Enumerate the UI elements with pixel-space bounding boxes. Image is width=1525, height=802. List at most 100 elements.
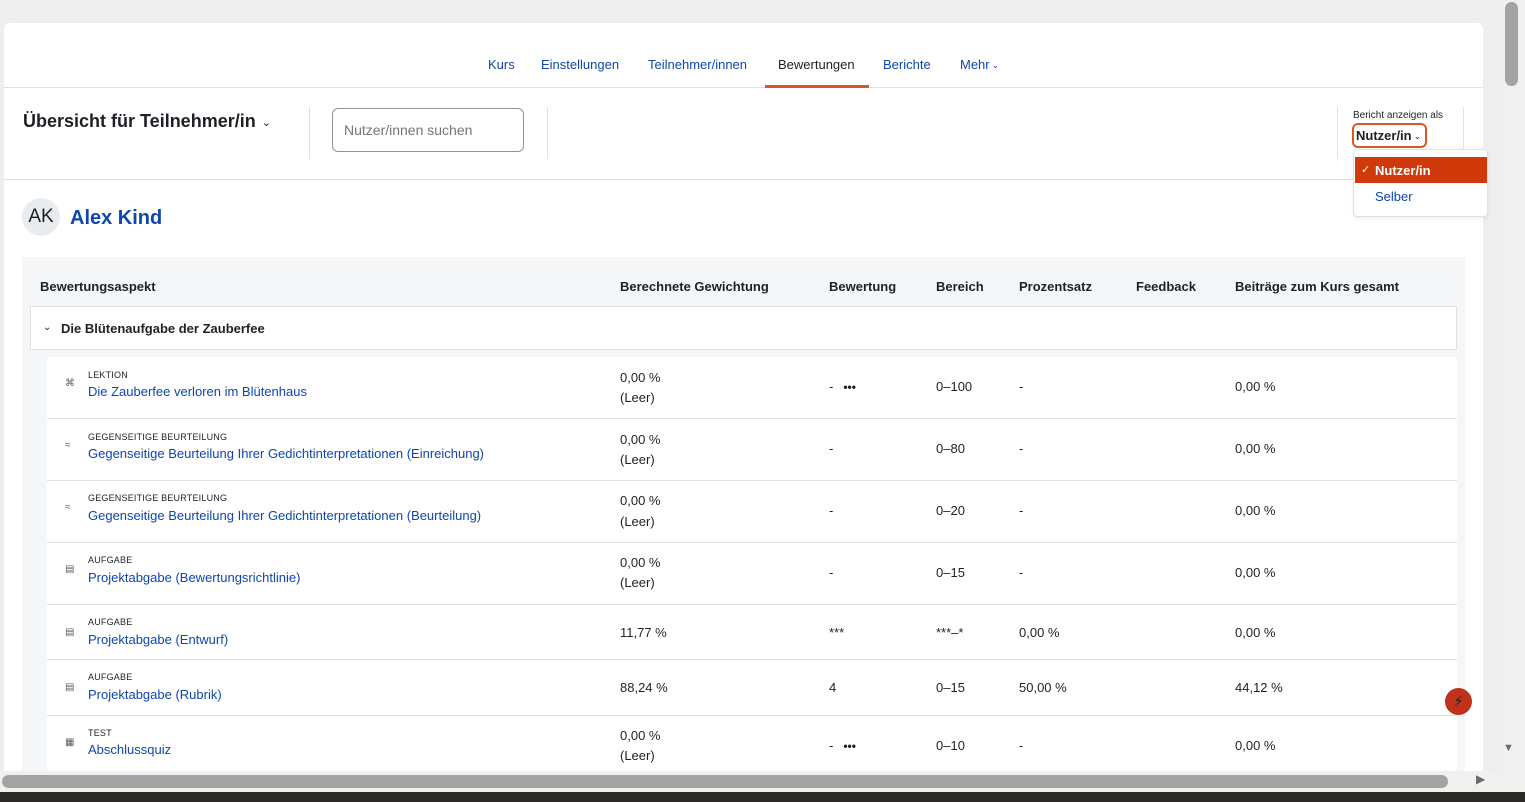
menu-option-selber[interactable]: Selber bbox=[1355, 183, 1487, 209]
table-row: ▤ AUFGABE Projektabgabe (Rubrik) 88,24 %… bbox=[47, 660, 1457, 716]
table-row: ▤ AUFGABE Projektabgabe (Entwurf) 11,77 … bbox=[47, 605, 1457, 660]
grade-table: Bewertungsaspekt Berechnete Gewichtung B… bbox=[22, 257, 1465, 783]
chevron-down-icon: ⌄ bbox=[991, 60, 1000, 70]
table-row: ≈ GEGENSEITIGE BEURTEILUNG Gegenseitige … bbox=[47, 481, 1457, 543]
divider bbox=[547, 107, 548, 159]
tab-einstellungen[interactable]: Einstellungen bbox=[541, 57, 619, 72]
scroll-down-arrow-icon[interactable]: ▼ bbox=[1503, 742, 1514, 754]
tab-mehr[interactable]: Mehr ⌄ bbox=[960, 57, 999, 72]
menu-option-label: Selber bbox=[1375, 189, 1413, 204]
item-type: AUFGABE bbox=[88, 672, 133, 682]
item-link[interactable]: Abschlussquiz bbox=[88, 742, 171, 757]
item-link[interactable]: Projektabgabe (Rubrik) bbox=[88, 687, 222, 702]
contribution-cell: 44,12 % bbox=[1235, 680, 1283, 695]
item-link[interactable]: Gegenseitige Beurteilung Ihrer Gedichtin… bbox=[88, 508, 481, 523]
menu-option-nutzer[interactable]: ✓ Nutzer/in bbox=[1355, 157, 1487, 183]
chevron-down-icon: ⌄ bbox=[1413, 131, 1422, 141]
assignment-icon: ▤ bbox=[65, 627, 75, 638]
range-cell: ***–* bbox=[936, 625, 964, 640]
user-search-input[interactable] bbox=[332, 108, 524, 152]
report-selector[interactable]: Übersicht für Teilnehmer/in ⌄ bbox=[23, 111, 271, 132]
quiz-icon: ▦ bbox=[65, 737, 75, 748]
range-cell: 0–15 bbox=[936, 565, 965, 580]
percent-cell: - bbox=[1019, 565, 1024, 580]
peer-review-icon: ≈ bbox=[65, 502, 71, 513]
header-bewertung: Bewertung bbox=[829, 279, 897, 294]
item-link[interactable]: Projektabgabe (Bewertungsrichtlinie) bbox=[88, 570, 300, 585]
view-as-value: Nutzer/in bbox=[1356, 128, 1412, 143]
category-name: Die Blütenaufgabe der Zauberfee bbox=[61, 321, 265, 336]
lightning-icon[interactable]: ⚡ bbox=[1445, 688, 1472, 715]
scroll-right-arrow-icon[interactable]: ▶ bbox=[1476, 772, 1485, 786]
weight-note: (Leer) bbox=[620, 514, 655, 529]
divider bbox=[1337, 107, 1338, 159]
item-type: TEST bbox=[88, 728, 112, 738]
weight-cell: 0,00 % bbox=[620, 370, 661, 385]
item-type: AUFGABE bbox=[88, 617, 133, 627]
item-type: GEGENSEITIGE BEURTEILUNG bbox=[88, 432, 228, 442]
header-prozentsatz: Prozentsatz bbox=[1019, 279, 1092, 294]
chevron-down-icon: ⌄ bbox=[261, 117, 271, 129]
contribution-cell: 0,00 % bbox=[1235, 625, 1276, 640]
item-type: LEKTION bbox=[88, 370, 128, 380]
tab-berichte[interactable]: Berichte bbox=[883, 57, 931, 72]
more-actions-icon[interactable]: ••• bbox=[843, 739, 856, 753]
more-actions-icon[interactable]: ••• bbox=[843, 380, 856, 394]
table-row: ⌘ LEKTION Die Zauberfee verloren im Blüt… bbox=[47, 357, 1457, 419]
weight-cell: 11,77 % bbox=[620, 625, 667, 640]
view-as-select[interactable]: Nutzer/in ⌄ bbox=[1352, 123, 1428, 148]
percent-cell: - bbox=[1019, 379, 1024, 394]
assignment-icon: ▤ bbox=[65, 564, 75, 575]
weight-note: (Leer) bbox=[620, 575, 655, 590]
range-cell: 0–10 bbox=[936, 738, 965, 753]
tab-kurs[interactable]: Kurs bbox=[488, 57, 515, 72]
header-gewichtung: Berechnete Gewichtung bbox=[620, 279, 769, 294]
grade-items: ⌘ LEKTION Die Zauberfee verloren im Blüt… bbox=[47, 357, 1457, 778]
category-row: ⌄ Die Blütenaufgabe der Zauberfee bbox=[30, 306, 1457, 350]
item-link[interactable]: Gegenseitige Beurteilung Ihrer Gedichtin… bbox=[88, 446, 484, 461]
contribution-cell: 0,00 % bbox=[1235, 379, 1276, 394]
weight-cell: 0,00 % bbox=[620, 432, 661, 447]
weight-cell: 0,00 % bbox=[620, 555, 661, 570]
grade-cell: *** bbox=[829, 625, 845, 640]
user-name-link[interactable]: Alex Kind bbox=[70, 207, 162, 230]
grade-value: - bbox=[829, 738, 834, 753]
item-link[interactable]: Projektabgabe (Entwurf) bbox=[88, 632, 228, 647]
weight-cell: 88,24 % bbox=[620, 680, 668, 695]
tab-mehr-label: Mehr bbox=[960, 57, 990, 72]
item-link[interactable]: Die Zauberfee verloren im Blütenhaus bbox=[88, 384, 307, 399]
collapse-chevron-icon[interactable]: ⌄ bbox=[43, 322, 51, 333]
active-tab-indicator bbox=[765, 85, 869, 88]
menu-option-label: Nutzer/in bbox=[1375, 163, 1431, 178]
assignment-icon: ▤ bbox=[65, 682, 75, 693]
grade-value: - bbox=[829, 379, 834, 394]
contribution-cell: 0,00 % bbox=[1235, 503, 1276, 518]
percent-cell: - bbox=[1019, 738, 1024, 753]
horizontal-scrollbar-thumb[interactable] bbox=[2, 775, 1448, 788]
range-cell: 0–20 bbox=[936, 503, 965, 518]
grade-cell: - ••• bbox=[829, 738, 856, 753]
contribution-cell: 0,00 % bbox=[1235, 565, 1276, 580]
contribution-cell: 0,00 % bbox=[1235, 738, 1276, 753]
tab-bewertungen[interactable]: Bewertungen bbox=[778, 57, 855, 72]
contribution-cell: 0,00 % bbox=[1235, 441, 1276, 456]
weight-cell: 0,00 % bbox=[620, 493, 661, 508]
table-row: ≈ GEGENSEITIGE BEURTEILUNG Gegenseitige … bbox=[47, 419, 1457, 481]
secondary-navigation: Kurs Einstellungen Teilnehmer/innen Bewe… bbox=[4, 23, 1483, 88]
percent-cell: 0,00 % bbox=[1019, 625, 1060, 640]
vertical-scrollbar[interactable] bbox=[1503, 0, 1525, 802]
table-row: ▦ TEST Abschlussquiz 0,00 % (Leer) - ••• … bbox=[47, 716, 1457, 778]
report-title: Übersicht für Teilnehmer/in bbox=[23, 111, 256, 131]
peer-review-icon: ≈ bbox=[65, 440, 71, 451]
grade-cell: - bbox=[829, 565, 834, 580]
lesson-icon: ⌘ bbox=[65, 378, 75, 389]
range-cell: 0–100 bbox=[936, 379, 973, 394]
header-bewertungsaspekt: Bewertungsaspekt bbox=[40, 279, 156, 294]
range-cell: 0–15 bbox=[936, 680, 965, 695]
weight-cell: 0,00 % bbox=[620, 728, 661, 743]
avatar: AK bbox=[22, 198, 60, 236]
item-type: AUFGABE bbox=[88, 555, 133, 565]
vertical-scrollbar-thumb[interactable] bbox=[1505, 2, 1518, 86]
taskbar-strip bbox=[0, 792, 1525, 802]
tab-teilnehmer[interactable]: Teilnehmer/innen bbox=[648, 57, 747, 72]
